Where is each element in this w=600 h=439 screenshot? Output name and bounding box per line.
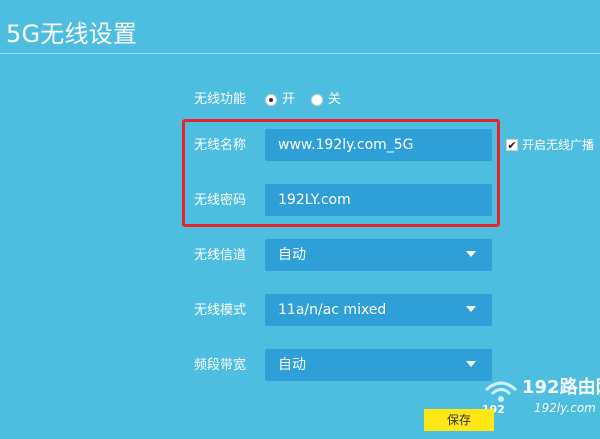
- wifi-icon: [484, 381, 518, 402]
- ssid-label: 无线名称: [194, 138, 247, 153]
- wireless-on-label[interactable]: 开: [282, 92, 295, 108]
- watermark: 192 192路由网 192ly.com: [478, 376, 600, 436]
- chevron-down-icon: [466, 361, 476, 367]
- watermark-sub: 192ly.com: [534, 401, 596, 415]
- mode-label: 无线模式: [194, 303, 247, 318]
- mode-value: 11a/n/ac mixed: [278, 302, 387, 318]
- bandwidth-select[interactable]: 自动: [265, 349, 492, 381]
- wireless-off-label[interactable]: 关: [328, 92, 341, 108]
- password-label: 无线密码: [194, 193, 247, 208]
- check-icon: ✔: [507, 138, 517, 152]
- bandwidth-label: 频段带宽: [194, 358, 247, 373]
- channel-label: 无线信道: [194, 248, 247, 263]
- password-field[interactable]: 192LY.com: [265, 184, 492, 216]
- bandwidth-value: 自动: [278, 357, 306, 373]
- broadcast-label[interactable]: 开启无线广播: [522, 137, 594, 153]
- channel-select[interactable]: 自动: [265, 239, 492, 271]
- broadcast-checkbox[interactable]: ✔: [506, 139, 518, 151]
- watermark-main: 192路由网: [522, 377, 600, 398]
- save-button[interactable]: 保存: [424, 409, 494, 431]
- wireless-off-radio[interactable]: [311, 94, 323, 106]
- channel-value: 自动: [278, 247, 306, 263]
- wireless-on-radio[interactable]: [265, 94, 277, 106]
- chevron-down-icon: [466, 306, 476, 312]
- title-divider: [0, 53, 600, 54]
- wireless-function-label: 无线功能: [194, 92, 247, 107]
- page-title: 5G无线设置: [6, 20, 138, 48]
- ssid-value: www.192ly.com_5G: [278, 137, 414, 153]
- ssid-field[interactable]: www.192ly.com_5G: [265, 129, 492, 161]
- mode-select[interactable]: 11a/n/ac mixed: [265, 294, 492, 326]
- chevron-down-icon: [466, 251, 476, 257]
- password-value: 192LY.com: [278, 192, 351, 208]
